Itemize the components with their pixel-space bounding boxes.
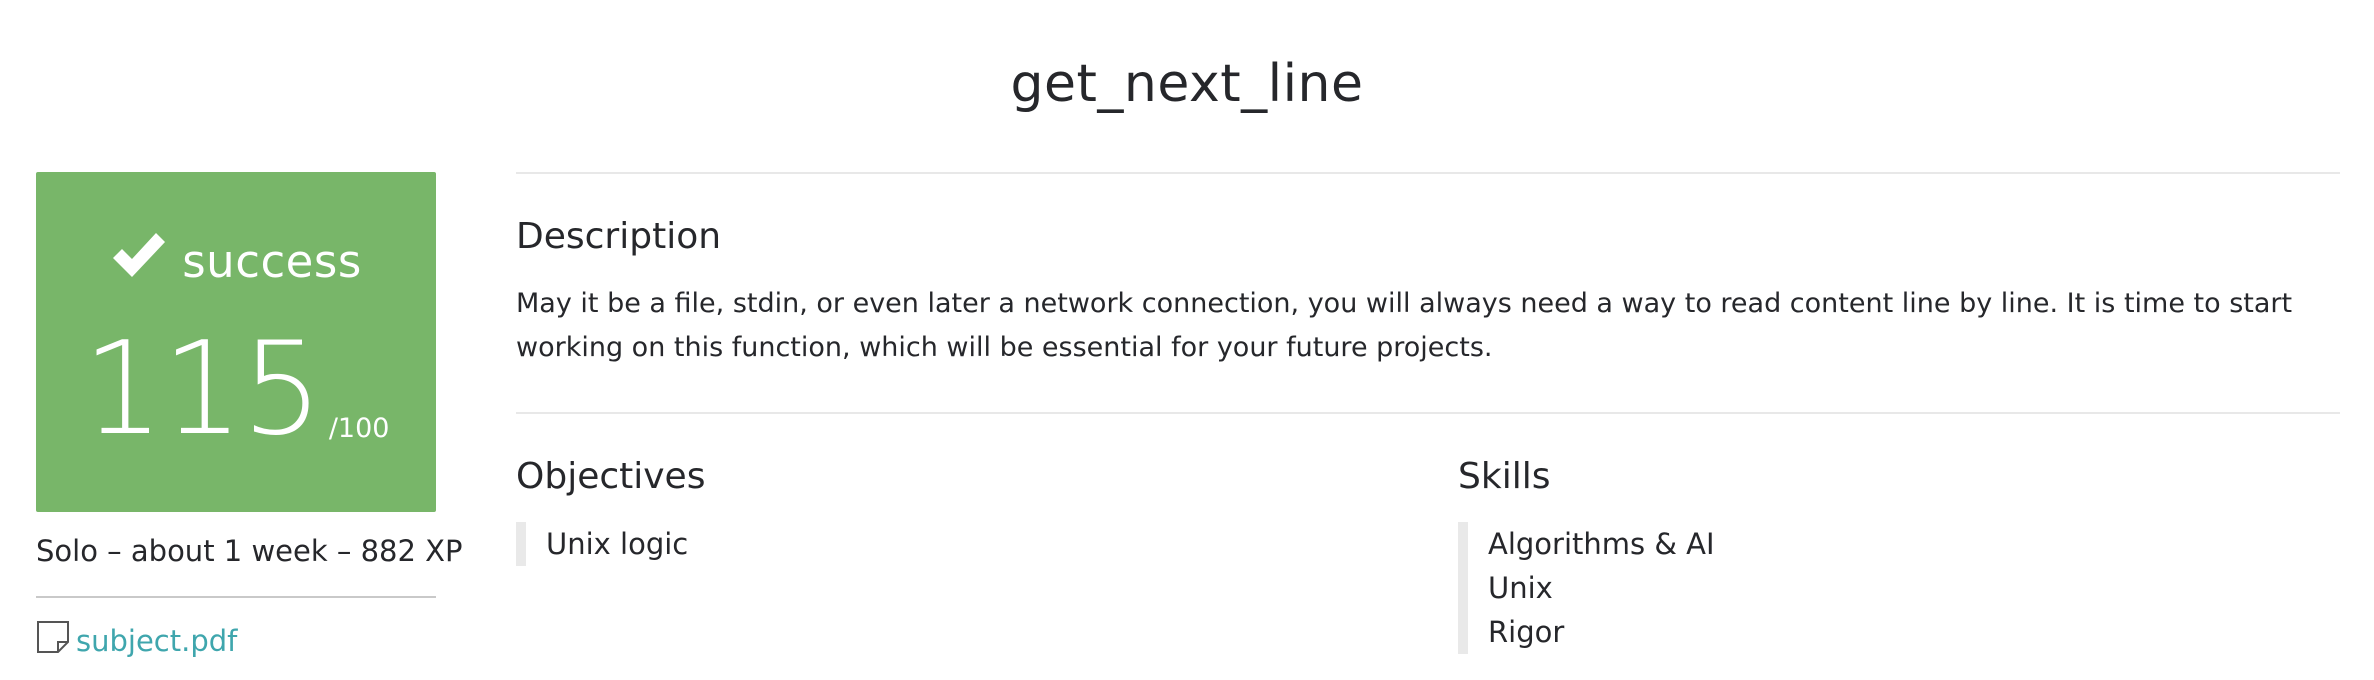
skills-list: Algorithms & AI Unix Rigor bbox=[1458, 522, 1715, 654]
score-max: /100 bbox=[328, 413, 390, 444]
result-card: success 115 /100 bbox=[36, 172, 436, 512]
list-item: Unix logic bbox=[546, 527, 689, 561]
attachment[interactable]: subject.pdf bbox=[36, 616, 237, 658]
project-title: get_next_line bbox=[1010, 54, 1364, 114]
divider bbox=[516, 172, 2340, 174]
list-item: Rigor bbox=[1488, 615, 1565, 649]
divider bbox=[36, 596, 436, 598]
check-icon bbox=[113, 233, 166, 277]
project-meta: Solo – about 1 week – 882 XP bbox=[36, 534, 463, 568]
description-heading: Description bbox=[516, 216, 722, 257]
list-item: Algorithms & AI bbox=[1488, 527, 1715, 561]
description-text: May it be a file, stdin, or even later a… bbox=[516, 288, 2293, 363]
score-row: 115 /100 bbox=[36, 315, 436, 464]
document-icon bbox=[37, 621, 69, 653]
objectives-heading: Objectives bbox=[516, 456, 706, 497]
skills-heading: Skills bbox=[1458, 456, 1551, 497]
subject-pdf-link[interactable]: subject.pdf bbox=[76, 624, 237, 658]
final-score: 115 bbox=[82, 315, 323, 464]
status-label: success bbox=[182, 235, 362, 288]
list-item: Unix bbox=[1488, 571, 1553, 605]
status-row: success bbox=[36, 226, 436, 288]
divider bbox=[516, 412, 2340, 414]
objectives-list: Unix logic bbox=[516, 522, 688, 566]
